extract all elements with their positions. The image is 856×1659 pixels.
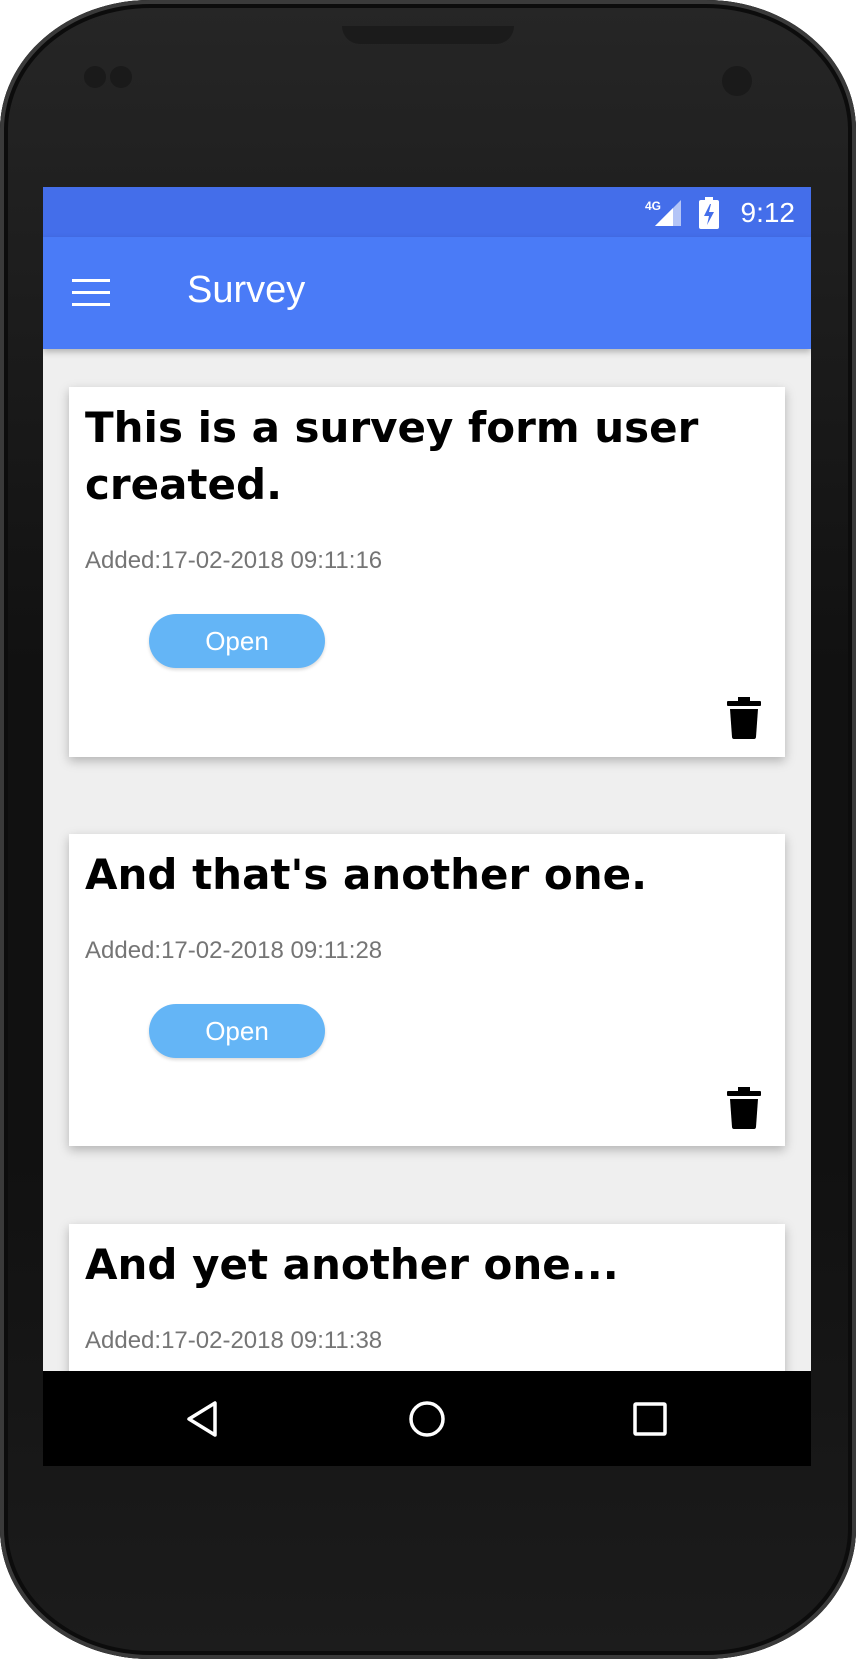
page-title: Survey	[187, 269, 306, 311]
survey-title: This is a survey form user created.	[85, 403, 699, 509]
survey-card: This is a survey form user created. Adde…	[69, 387, 785, 757]
phone-frame: 4G 9:12 Survey This is a survey form use…	[0, 0, 856, 1659]
survey-title: And that's another one.	[85, 850, 648, 899]
home-icon[interactable]	[405, 1397, 449, 1441]
sensor-icon	[84, 66, 106, 88]
system-nav-bar	[43, 1371, 811, 1466]
status-bar: 4G 9:12	[43, 187, 811, 237]
screen: 4G 9:12 Survey This is a survey form use…	[43, 187, 811, 1466]
open-survey-button[interactable]: Open	[149, 1004, 325, 1058]
open-survey-button[interactable]: Open	[149, 614, 325, 668]
signal-icon: 4G	[645, 199, 681, 226]
sensor-icon	[110, 66, 132, 88]
status-time: 9:12	[740, 197, 796, 228]
survey-added-date: Added:17-02-2018 09:11:38	[85, 1327, 383, 1354]
status-icons: 4G	[645, 197, 719, 229]
survey-card: And that's another one. Added:17-02-2018…	[69, 834, 785, 1146]
menu-button[interactable]	[63, 267, 119, 319]
recents-icon[interactable]	[628, 1397, 672, 1441]
back-icon[interactable]	[181, 1397, 225, 1441]
survey-added-date: Added:17-02-2018 09:11:16	[85, 547, 383, 574]
app-bar: Survey	[43, 237, 811, 349]
front-camera-icon	[722, 66, 752, 96]
network-type-label: 4G	[645, 199, 661, 213]
battery-charging-icon	[699, 197, 719, 229]
survey-added-date: Added:17-02-2018 09:11:28	[85, 937, 383, 964]
hamburger-menu-icon	[72, 279, 110, 306]
survey-title: And yet another one...	[85, 1240, 619, 1289]
trash-icon[interactable]	[727, 1087, 761, 1129]
trash-icon[interactable]	[727, 697, 761, 739]
earpiece-speaker	[342, 26, 514, 44]
